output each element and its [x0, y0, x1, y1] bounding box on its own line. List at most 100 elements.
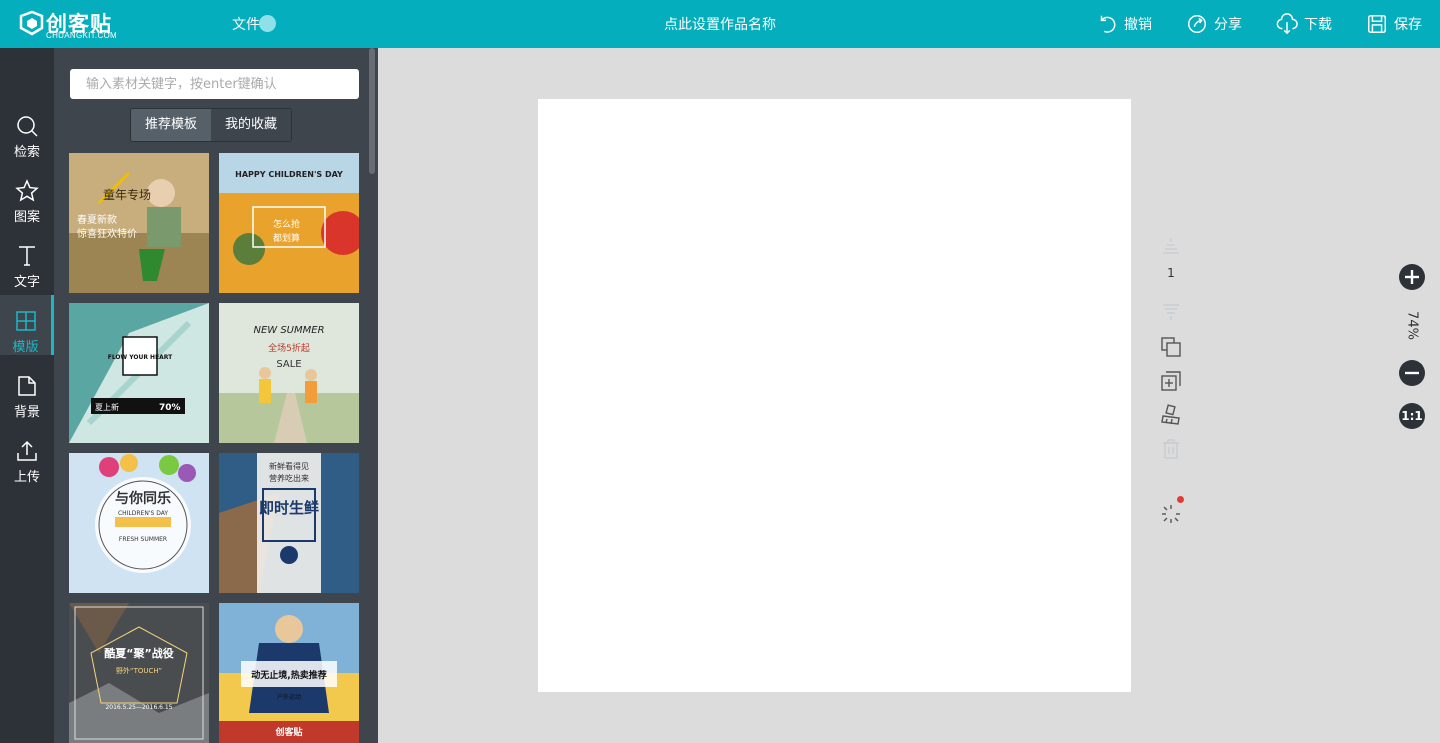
move-down-icon	[1163, 304, 1179, 320]
nav-item-template[interactable]: 模版	[0, 295, 54, 355]
tab-favorites[interactable]: 我的收藏	[211, 109, 292, 141]
template-thumbnail-image: 与你同乐 CHILDREN'S DAY FRESH SUMMER	[69, 453, 209, 593]
template-title: 动无止境,热卖推荐	[251, 669, 326, 681]
share-icon	[1188, 15, 1206, 33]
template-line1: 春夏新款	[77, 213, 117, 226]
document-title[interactable]: 点此设置作品名称	[620, 14, 820, 34]
logo[interactable]: 创客贴 CHUANGKIT.COM	[18, 6, 128, 42]
template-thumbnail-image: NEW SUMMER 全场5折起 SALE	[219, 303, 359, 443]
template-thumbnail[interactable]: 即时生鲜 新鲜看得见 营养吃出来	[219, 453, 359, 593]
template-line1: 新鲜看得见	[269, 461, 309, 471]
save-button[interactable]: 保存	[1366, 11, 1422, 37]
material-search-input[interactable]	[70, 69, 359, 99]
copy-page-button[interactable]	[1160, 336, 1182, 358]
logo-icon	[19, 10, 44, 36]
template-thumbnail[interactable]: 与你同乐 CHILDREN'S DAY FRESH SUMMER	[69, 453, 209, 593]
undo-label: 撤销	[1124, 17, 1152, 33]
share-button[interactable]: 分享	[1186, 11, 1242, 37]
zoom-level: 74%	[1404, 311, 1420, 340]
nav-label: 文字	[13, 275, 40, 290]
save-label: 保存	[1394, 17, 1422, 33]
template-thumbnail[interactable]: 动无止境,热卖推荐 户外运动 创客贴	[219, 603, 359, 743]
template-thumbnail-image: 酷夏“聚”战役 野外“TOUCH” 2016.5.25—2016.6.15	[69, 603, 209, 743]
template-thumbnail-image: 动无止境,热卖推荐 户外运动 创客贴	[219, 603, 359, 743]
zoom-out-button[interactable]	[1399, 360, 1425, 386]
template-thumbnail-image: 童年专场 春夏新款 惊喜狂欢特价	[69, 153, 209, 293]
template-thumbnail-image: 即时生鲜 新鲜看得见 营养吃出来	[219, 453, 359, 593]
logo-subtitle: CHUANGKIT.COM	[46, 31, 118, 40]
undo-button[interactable]: 撤销	[1096, 11, 1152, 37]
nav-label: 背景	[13, 405, 40, 420]
nav-label: 上传	[13, 470, 40, 485]
notification-dot	[1177, 496, 1184, 503]
background-icon	[18, 376, 36, 396]
template-thumbnail-image: HAPPY CHILDREN'S DAY 怎么抢 都划算	[219, 153, 359, 293]
loading-button[interactable]	[1160, 503, 1182, 525]
template-line1: 全场5折起	[268, 342, 310, 354]
nav-item-text[interactable]: 文字	[0, 230, 54, 290]
plus-icon	[1405, 270, 1419, 284]
template-tabs: 推荐模板 我的收藏	[130, 108, 293, 142]
left-nav: 检索 图案 文字 模版 背景 上传	[0, 48, 54, 743]
page-down-button[interactable]	[1160, 301, 1182, 323]
template-thumbnail[interactable]: NEW SUMMER 全场5折起 SALE	[219, 303, 359, 443]
template-title: HAPPY CHILDREN'S DAY	[235, 170, 343, 179]
nav-item-background[interactable]: 背景	[0, 360, 54, 420]
trash-icon	[1163, 439, 1179, 459]
template-line2: FRESH SUMMER	[119, 536, 167, 543]
top-bar: 创客贴 CHUANGKIT.COM 文件 点此设置作品名称 撤销 分享 下载 保…	[0, 0, 1440, 48]
upload-icon	[17, 440, 37, 461]
clear-page-button[interactable]	[1160, 404, 1182, 426]
template-line1: 怎么抢	[273, 218, 300, 230]
minus-icon	[1405, 371, 1419, 375]
template-line2: 创客贴	[274, 726, 302, 738]
search-icon	[17, 116, 38, 137]
template-line2: SALE	[276, 359, 301, 370]
file-menu[interactable]: 文件	[232, 14, 260, 34]
page-up-button[interactable]	[1160, 236, 1182, 258]
template-thumbnail[interactable]: 童年专场 春夏新款 惊喜狂欢特价	[69, 153, 209, 293]
nav-label: 图案	[13, 210, 40, 225]
template-line1: CHILDREN'S DAY	[118, 510, 168, 517]
template-thumbnail[interactable]: 酷夏“聚”战役 野外“TOUCH” 2016.5.25—2016.6.15	[69, 603, 209, 743]
template-title: 与你同乐	[115, 490, 171, 507]
template-thumbnail[interactable]: FLOW YOUR HEART 夏上新 70%	[69, 303, 209, 443]
add-page-icon	[1161, 371, 1181, 391]
template-thumbnail[interactable]: HAPPY CHILDREN'S DAY 怎么抢 都划算	[219, 153, 359, 293]
template-line1: 户外运动	[277, 693, 301, 701]
nav-label: 模版	[12, 340, 39, 355]
zoom-in-button[interactable]	[1399, 264, 1425, 290]
star-icon	[15, 179, 39, 202]
add-page-button[interactable]	[1160, 370, 1182, 392]
template-line2: 70%	[159, 403, 181, 413]
download-button[interactable]: 下载	[1276, 11, 1332, 37]
nav-item-pattern[interactable]: 图案	[0, 165, 54, 225]
nav-item-upload[interactable]: 上传	[0, 425, 54, 485]
template-thumbnail-image: FLOW YOUR HEART 夏上新 70%	[69, 303, 209, 443]
template-title: FLOW YOUR HEART	[108, 354, 173, 361]
page-number: 1	[1167, 266, 1175, 280]
move-up-icon	[1163, 238, 1179, 254]
template-line2: 营养吃出来	[269, 473, 309, 483]
brush-icon	[1161, 404, 1180, 425]
tab-recommended[interactable]: 推荐模板	[131, 109, 212, 141]
copy-icon	[1161, 337, 1181, 357]
template-line2: 惊喜狂欢特价	[77, 227, 137, 240]
panel-scrollbar[interactable]	[369, 48, 375, 174]
template-line1: 野外“TOUCH”	[116, 666, 162, 675]
template-title: 酷夏“聚”战役	[104, 646, 173, 660]
template-title: NEW SUMMER	[253, 325, 324, 336]
design-canvas[interactable]	[538, 99, 1131, 692]
download-icon	[1276, 13, 1298, 35]
download-label: 下载	[1304, 17, 1332, 33]
file-menu-indicator	[259, 15, 276, 32]
template-icon	[15, 311, 36, 331]
undo-icon	[1100, 15, 1116, 33]
delete-page-button[interactable]	[1160, 438, 1182, 460]
template-line2: 都划算	[273, 232, 300, 244]
zoom-reset-button[interactable]: 1:1	[1399, 403, 1425, 429]
template-line1: 夏上新	[95, 402, 119, 412]
template-title: 童年专场	[103, 187, 151, 202]
nav-item-search[interactable]: 检索	[0, 100, 54, 160]
loading-icon	[1162, 505, 1180, 523]
